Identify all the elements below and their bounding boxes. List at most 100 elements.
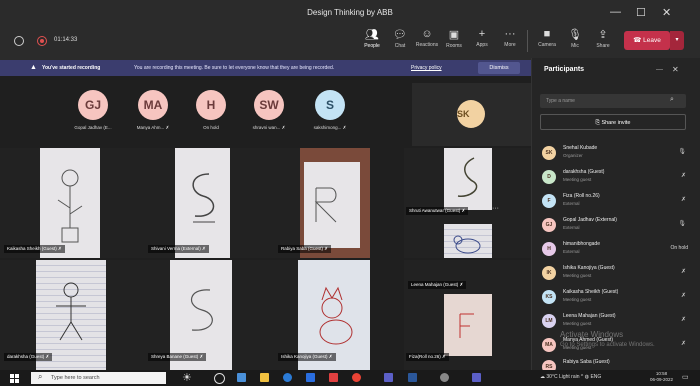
phone-icon: ☎ [633, 37, 644, 44]
chrome-icon[interactable] [352, 373, 361, 382]
mic-off-icon: ✗ [199, 354, 204, 359]
camera-button[interactable]: ■ Camera [533, 28, 561, 48]
video-tile[interactable]: Shruti Awanutwar (Guest) ✗ ··· [404, 148, 532, 258]
mic-off-icon: ✗ [165, 125, 170, 130]
share-invite-button[interactable]: ⎘ Share invite [540, 114, 686, 130]
video-tile[interactable]: Leena Mahajan (Guest) ✗ Fiza(Roll no.26)… [404, 260, 532, 370]
dismiss-button[interactable]: Dismiss [478, 62, 520, 74]
toolbar-divider [527, 30, 528, 52]
participant-row[interactable]: F Fiza (Roll no.26) External ✗ [540, 192, 690, 214]
gallery-avatar[interactable]: SW shravni wan... ✗ [244, 90, 294, 131]
minimize-button[interactable]: — [610, 6, 621, 18]
participant-row[interactable]: H himanibhongade External On hold [540, 240, 690, 262]
tile-name: Fiza(Roll no.26) ✗ [406, 353, 449, 361]
window-title: Design Thinking by ABB [307, 8, 393, 17]
more-icon: ··· [504, 28, 516, 40]
share-button[interactable]: ⇪ Share [589, 28, 617, 49]
more-options-icon[interactable]: ··· [492, 205, 499, 212]
letter-drawing [314, 187, 337, 223]
avatar: SK [457, 100, 485, 128]
drawing-paper [444, 224, 492, 258]
video-tile[interactable]: Kaikasha Sheikh (Guest) ✗ [0, 148, 120, 258]
meeting-timer: 01:14:33 [54, 37, 78, 43]
avatar: KS [542, 290, 556, 304]
participant-row[interactable]: IK Ishika Kanojiya (Guest) Meeting guest… [540, 264, 690, 286]
participant-search-input[interactable]: Type a name [540, 94, 686, 108]
avatar: MA [542, 338, 556, 352]
avatar: GJ [78, 90, 108, 120]
avatar: IK [542, 266, 556, 280]
gallery-avatar[interactable]: GJ Gopal Jadhav (E... [68, 90, 118, 130]
taskbar-clock[interactable]: 10:58 06-09-2022 [650, 371, 673, 383]
taskbar-app-icon[interactable] [237, 373, 246, 382]
rooms-icon: ▣ [448, 29, 460, 41]
activation-watermark: Activate Windows Go to Settings to activ… [560, 330, 655, 348]
mic-off-icon: 🎙︎ [568, 29, 582, 41]
apps-icon: + [478, 28, 486, 40]
weather-sun-icon: ☀ [182, 372, 192, 384]
drawing-paper [304, 162, 360, 248]
avatar: RS [542, 360, 556, 370]
participant-status: On hold [670, 245, 688, 251]
video-tile[interactable]: Shivani Verma (External) ✗ [120, 148, 240, 258]
privacy-policy-link[interactable]: Privacy policy [411, 65, 442, 71]
word-icon[interactable] [408, 373, 417, 382]
task-view-icon[interactable] [214, 373, 225, 384]
mic-icon: 🎙︎ [678, 149, 686, 155]
video-tile[interactable]: Rabiya Saba (Guest) ✗ [240, 148, 370, 258]
close-panel-icon[interactable]: ✕ [672, 65, 679, 74]
avatar: H [542, 242, 556, 256]
windows-start-icon[interactable] [10, 374, 19, 383]
mic-off-icon: ✗ [328, 354, 333, 359]
taskbar-search-input[interactable]: Type here to search [31, 372, 166, 384]
leave-button[interactable]: ☎ Leave [624, 31, 670, 50]
system-tray: ☁ 30°C Light rain ^ ◍ ENG [540, 374, 602, 380]
drawing-paper [444, 294, 492, 356]
search-icon: ⌕ [38, 372, 43, 381]
search-icon: ⌕ [670, 96, 674, 103]
participant-row[interactable]: GJ Gopal Jadhav (External) External 🎙︎ [540, 216, 690, 238]
participant-row[interactable]: RS Rabiya Saba (Guest) [540, 358, 690, 370]
toolbar-rooms[interactable]: ▣ Rooms [440, 28, 468, 49]
spotlight-tile[interactable]: SK [412, 83, 532, 146]
mic-off-icon: ✗ [680, 293, 686, 299]
teams-icon[interactable] [384, 373, 393, 382]
notification-icon[interactable]: ▭ [682, 373, 689, 381]
reactions-icon: ☺ [421, 28, 433, 40]
mic-off-icon: ✗ [461, 208, 466, 213]
tile-name: Rabiya Saba (Guest) ✗ [278, 245, 332, 253]
tile-name: Leena Mahajan (Guest) ✗ [408, 281, 467, 289]
drawing-paper [444, 148, 492, 210]
leave-dropdown-icon[interactable]: ▾ [670, 31, 684, 50]
close-button[interactable]: ✕ [662, 6, 671, 19]
video-tile[interactable]: darakhsha (Guest) ✗ [0, 260, 120, 370]
participant-row[interactable]: SK Snehal Kubade Organizer 🎙︎ [540, 144, 690, 166]
toolbar-apps[interactable]: + Apps [468, 28, 496, 48]
participant-row[interactable]: KS Kaikasha Sheikh (Guest) Meeting guest… [540, 288, 690, 310]
participant-row[interactable]: D darakhsha (Guest) Meeting guest ✗ [540, 168, 690, 190]
avatar: GJ [542, 218, 556, 232]
mic-button[interactable]: 🎙︎ Mic [561, 28, 589, 49]
gallery-avatar[interactable]: MA Manya Ahm... ✗ [128, 90, 178, 131]
video-tile[interactable]: Ishika Kanojiya (Guest) ✗ [240, 260, 370, 370]
toolbar-people[interactable]: 👥︎ People [358, 28, 386, 49]
toolbar-more[interactable]: ··· More [496, 28, 524, 48]
taskbar-app-icon[interactable] [440, 373, 449, 382]
toolbar-chat[interactable]: 💬︎ Chat [386, 28, 414, 49]
avatar: SK [542, 146, 556, 160]
language-indicator[interactable]: ENG [590, 374, 601, 380]
popout-icon[interactable]: — [656, 66, 663, 73]
avatar: F [542, 194, 556, 208]
mic-off-icon: ✗ [281, 125, 286, 130]
edge-icon[interactable] [283, 373, 292, 382]
store-icon[interactable] [306, 373, 315, 382]
mic-off-icon: ✗ [680, 317, 686, 323]
toolbar-reactions[interactable]: ☺ Reactions [413, 28, 441, 48]
gallery-avatar[interactable]: S sakshimong... ✗ [305, 90, 355, 131]
video-tile[interactable]: Shreya Banane (Guest) ✗ [120, 260, 240, 370]
maximize-button[interactable]: ☐ [636, 6, 646, 19]
taskbar-app-icon[interactable] [472, 373, 481, 382]
file-explorer-icon[interactable] [260, 373, 269, 382]
taskbar-app-icon[interactable] [329, 373, 338, 382]
gallery-avatar[interactable]: H On hold [186, 90, 236, 130]
